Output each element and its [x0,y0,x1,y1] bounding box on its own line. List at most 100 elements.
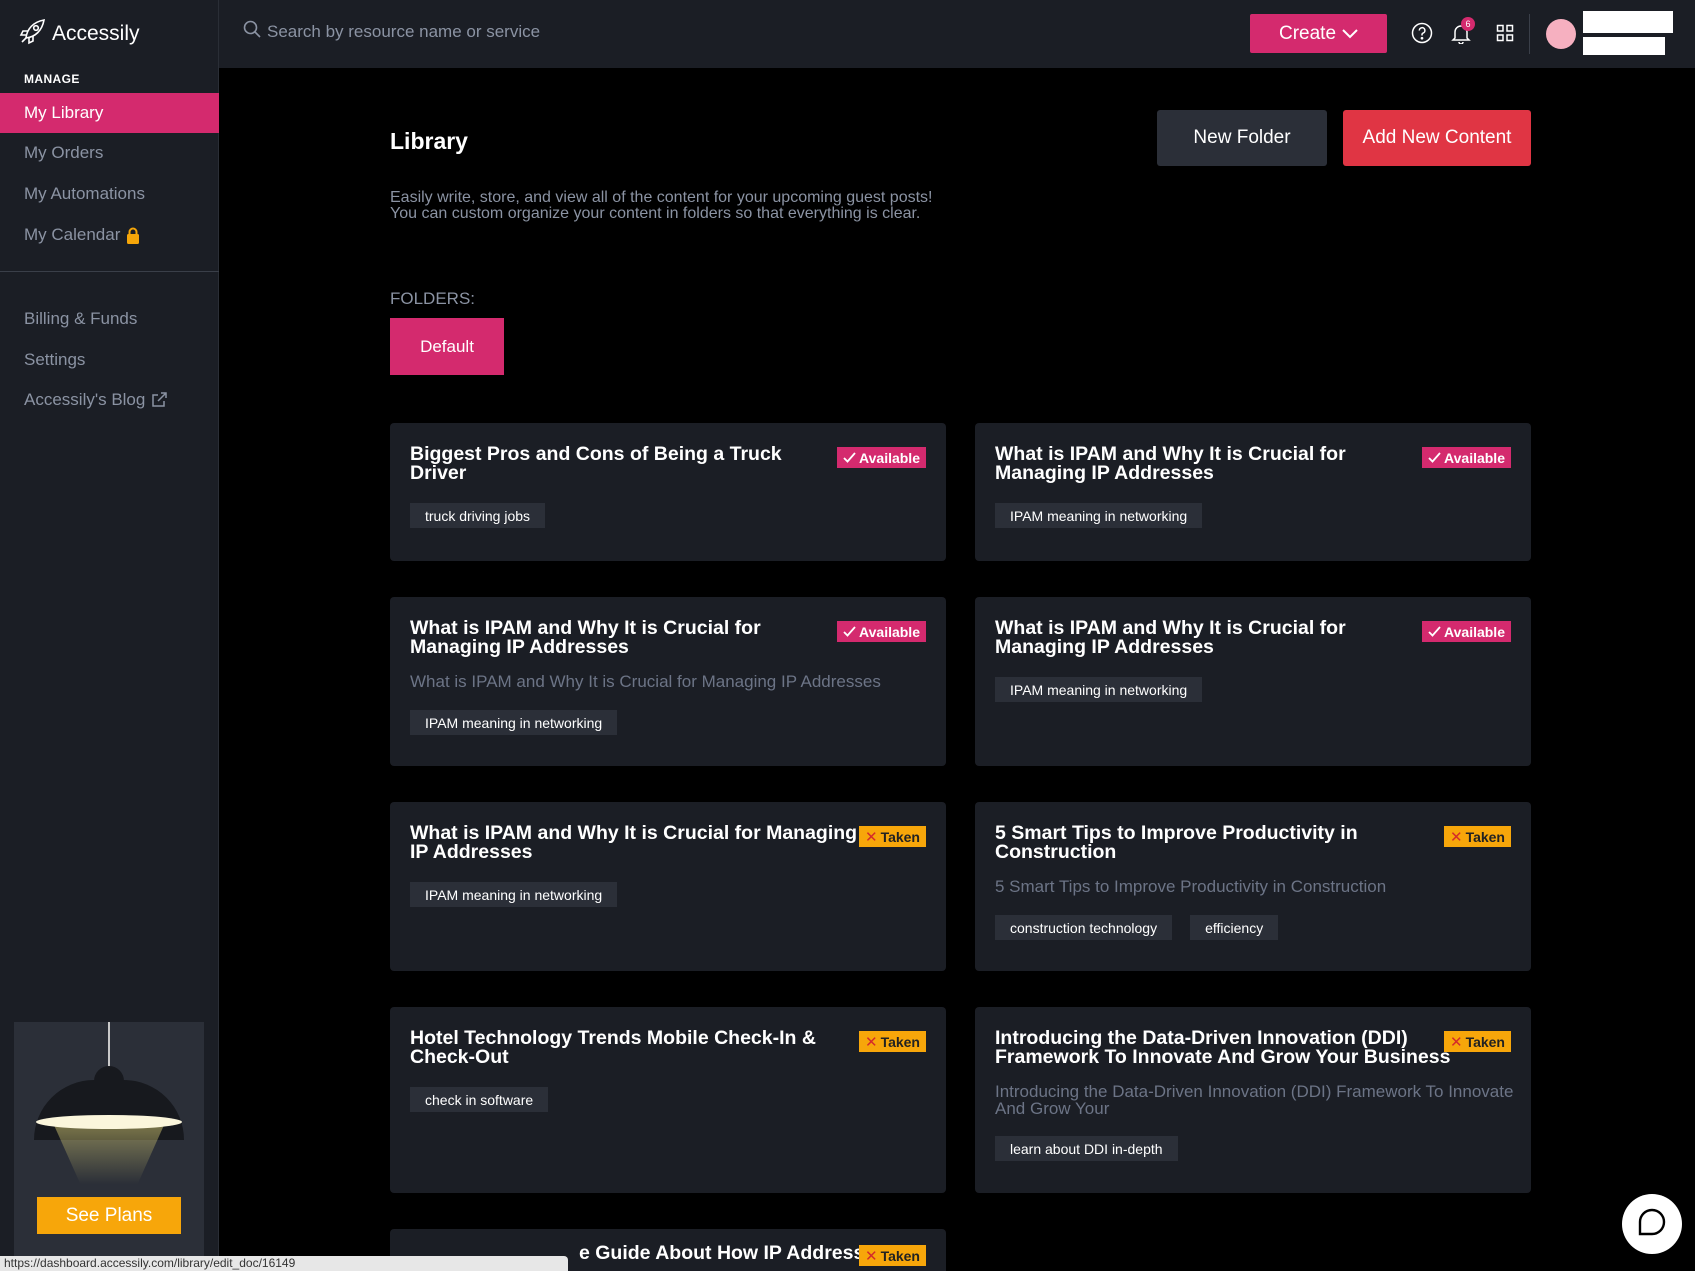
create-button[interactable]: Create [1250,14,1387,53]
notification-count-badge: 6 [1461,17,1475,31]
content-card[interactable]: Hotel Technology Trends Mobile Check-In … [390,1007,946,1193]
sidebar-item-label: My Automations [24,184,145,203]
redacted-user-email [1583,37,1665,55]
status-badge-label: Taken [1465,1033,1505,1050]
see-plans-button[interactable]: See Plans [37,1197,181,1234]
card-title: Hotel Technology Trends Mobile Check-In … [410,1027,816,1068]
sidebar-item-my-library[interactable]: My Library [0,93,219,133]
status-badge: Available [837,447,926,468]
external-link-icon [150,391,168,409]
sidebar-item-label: My Calendar [24,225,121,244]
keyword-tag: IPAM meaning in networking [410,710,618,735]
rocket-icon [18,16,48,52]
status-badge: Available [1422,447,1511,468]
lamp-cord [108,1022,110,1068]
card-tags: truck driving jobs [410,503,546,528]
keyword-tag: check in software [410,1087,549,1112]
status-badge-label: Taken [880,828,920,845]
x-icon: ✕ [864,828,878,846]
status-badge-label: Available [859,449,920,466]
search-input[interactable] [267,21,687,42]
lock-icon [125,227,141,244]
check-icon [1428,624,1441,640]
redacted-user-name [1583,11,1673,33]
search-icon [243,20,261,43]
manage-section-label: MANAGE [24,72,80,86]
sidebar-item-label: Settings [24,350,86,369]
keyword-tag: IPAM meaning in networking [995,677,1203,702]
content-card[interactable]: Introducing the Data-Driven Innovation (… [975,1007,1531,1193]
folders-label: FOLDERS: [390,289,476,308]
card-tags: check in software [410,1087,549,1112]
sidebar-item-label: Billing & Funds [24,309,138,328]
sidebar-item-billing[interactable]: Billing & Funds [0,299,219,339]
check-icon [843,450,856,466]
card-title: What is IPAM and Why It is Crucial for M… [410,617,761,658]
new-folder-button[interactable]: New Folder [1157,110,1327,166]
card-title: What is IPAM and Why It is Crucial for M… [995,443,1346,484]
app-window: Accessily MANAGE My Library My Orders My… [0,0,1695,1271]
topbar: Create 6 [219,0,1695,68]
card-title: 5 Smart Tips to Improve Productivity in … [995,822,1358,863]
sidebar: Accessily MANAGE My Library My Orders My… [0,0,219,1271]
sidebar-item-my-orders[interactable]: My Orders [0,133,219,173]
content-card[interactable]: What is IPAM and Why It is Crucial for M… [975,423,1531,561]
check-icon [1428,450,1441,466]
keyword-tag: learn about DDI in-depth [995,1136,1178,1161]
lamp-light [54,1126,164,1184]
content-card[interactable]: What is IPAM and Why It is Crucial for M… [390,802,946,971]
card-tags: IPAM meaning in networking [995,503,1203,528]
page-description: Easily write, store, and view all of the… [390,189,933,222]
card-title: e Guide About How IP Address [579,1242,865,1264]
bell-icon[interactable]: 6 [1449,17,1475,45]
content-card[interactable]: What is IPAM and Why It is Crucial for M… [975,597,1531,766]
status-badge-label: Available [1444,623,1505,640]
status-badge: ✕ Taken [858,1031,926,1052]
sidebar-item-my-automations[interactable]: My Automations [0,174,219,214]
keyword-tag: construction technology [995,915,1173,940]
brand-logo[interactable]: Accessily [18,16,140,52]
status-badge: ✕ Taken [858,826,926,847]
card-title: What is IPAM and Why It is Crucial for M… [995,617,1346,658]
card-tags: learn about DDI in-depth [995,1136,1178,1161]
sidebar-item-blog[interactable]: Accessily's Blog [0,380,219,420]
folder-default-button[interactable]: Default [390,318,504,375]
keyword-tag: efficiency [1190,915,1279,940]
x-icon: ✕ [1449,1033,1463,1051]
card-tags: construction technology efficiency [995,915,1279,940]
help-icon[interactable] [1410,21,1434,45]
content-card[interactable]: What is IPAM and Why It is Crucial for M… [390,597,946,766]
status-badge: ✕ Taken [1443,826,1511,847]
x-icon: ✕ [864,1033,878,1051]
sidebar-item-my-calendar[interactable]: My Calendar [0,215,219,255]
sidebar-item-settings[interactable]: Settings [0,340,219,380]
chevron-down-icon [1342,23,1358,45]
lamp-bulb [36,1115,182,1129]
x-icon: ✕ [864,1247,878,1265]
create-button-label: Create [1278,22,1337,44]
status-badge: ✕ Taken [858,1245,926,1266]
chat-support-button[interactable] [1622,1194,1682,1254]
status-badge-label: Taken [880,1033,920,1050]
add-new-content-button[interactable]: Add New Content [1343,110,1531,166]
status-badge-label: Available [859,623,920,640]
keyword-tag: IPAM meaning in networking [410,882,618,907]
keyword-tag: IPAM meaning in networking [995,503,1203,528]
content-card[interactable]: 5 Smart Tips to Improve Productivity in … [975,802,1531,971]
card-subtitle: Introducing the Data-Driven Innovation (… [995,1082,1514,1118]
card-tags: IPAM meaning in networking [995,677,1203,702]
apps-grid-icon[interactable] [1493,21,1517,45]
content-card[interactable]: Biggest Pros and Cons of Being a Truck D… [390,423,946,561]
sidebar-item-label: Accessily's Blog [24,390,146,409]
status-badge-label: Taken [1465,828,1505,845]
search-bar [243,20,687,43]
status-badge-label: Available [1444,449,1505,466]
card-tags: IPAM meaning in networking [410,882,618,907]
status-badge-label: Taken [880,1247,920,1264]
card-title: What is IPAM and Why It is Crucial for M… [410,822,858,863]
card-title: Biggest Pros and Cons of Being a Truck D… [410,443,782,484]
browser-status-url: https://dashboard.accessily.com/library/… [0,1256,568,1271]
status-badge: Available [1422,621,1511,642]
topbar-divider [1529,14,1530,54]
avatar[interactable] [1546,19,1576,49]
